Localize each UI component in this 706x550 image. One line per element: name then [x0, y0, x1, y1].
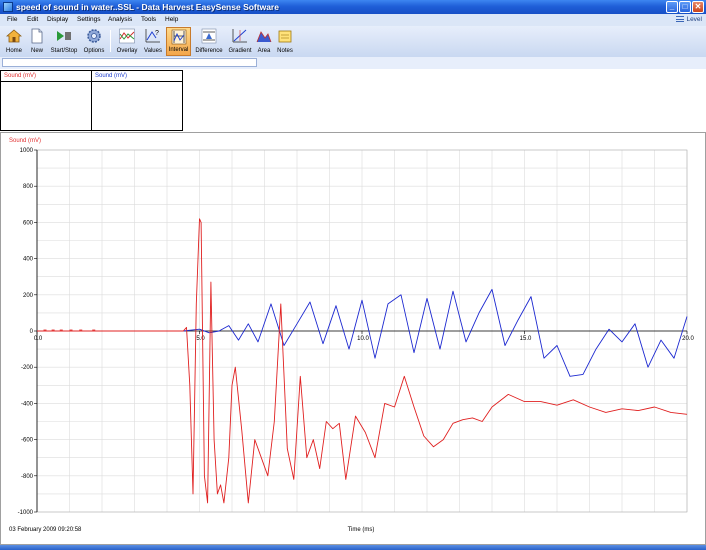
y-tick-labels: 1000 800 600 400 200 0 -200 -400 -600 -800 -1000 [18, 148, 37, 516]
area-label: Area [257, 48, 271, 54]
timestamp: 03 February 2009 09:20:58 [9, 527, 82, 533]
area-button[interactable]: Area [255, 27, 273, 56]
y-tick-label: 1000 [20, 148, 34, 154]
options-label: Options [83, 48, 105, 54]
home-icon [6, 29, 22, 43]
new-button[interactable]: New [27, 27, 47, 56]
menu-file[interactable]: File [7, 16, 17, 23]
value-panel-blue: Sound (mV) [91, 70, 183, 131]
gradient-icon [232, 29, 247, 43]
options-button[interactable]: Options [81, 27, 107, 56]
y-tick-label: 200 [23, 293, 34, 299]
menu-bar: File Edit Display Settings Analysis Tool… [0, 14, 706, 26]
y-tick-label: 600 [23, 220, 34, 226]
y-tick-label: 0 [30, 329, 34, 335]
close-button[interactable]: ✕ [692, 1, 704, 13]
y-tick-label: -1000 [18, 510, 34, 516]
y-tick-label: -600 [21, 438, 34, 444]
difference-icon [201, 28, 217, 44]
menu-help[interactable]: Help [165, 16, 178, 23]
new-label: New [30, 48, 43, 54]
gear-icon [87, 29, 101, 43]
window-title: speed of sound in water..SSL - Data Harv… [16, 2, 279, 12]
y-tick-label: -200 [21, 365, 34, 371]
menu-edit[interactable]: Edit [27, 16, 38, 23]
overlay-button[interactable]: Overlay [114, 27, 140, 56]
overlay-icon [119, 28, 135, 44]
notes-label: Notes [277, 48, 293, 54]
play-stop-icon [57, 31, 71, 41]
values-icon: ? [145, 29, 160, 43]
values-button[interactable]: ? Values [142, 27, 164, 56]
info-field [2, 58, 257, 67]
home-label: Home [5, 48, 22, 54]
gradient-button[interactable]: Gradient [227, 27, 253, 56]
maximize-button[interactable]: □ [679, 1, 691, 13]
value-panel-label: Sound (mV) [1, 71, 91, 82]
x-tick-label: 0.0 [34, 336, 43, 342]
graph-panel[interactable]: 1000 800 600 400 200 0 -200 -400 -600 -800 -1000 0… [0, 132, 706, 545]
interval-button[interactable]: Interval [166, 27, 191, 56]
start-stop-label: Start/Stop [50, 48, 78, 54]
difference-label: Difference [195, 48, 223, 54]
new-document-icon [31, 28, 43, 44]
menu-settings[interactable]: Settings [77, 16, 101, 23]
x-tick-label: 20.0 [682, 336, 694, 342]
toolbar-separator [110, 30, 111, 52]
x-tick-label: 10.0 [357, 336, 369, 342]
taskbar [0, 545, 706, 550]
x-tick-label: 15.0 [520, 336, 532, 342]
values-label: Values [144, 48, 162, 54]
area-icon [256, 31, 272, 43]
x-tick-label: 5.0 [196, 336, 205, 342]
y-tick-label: 400 [23, 257, 34, 263]
y-tick-label: 800 [23, 184, 34, 190]
level-label: Level [686, 16, 702, 23]
value-panel-label: Sound (mV) [92, 71, 182, 82]
menu-tools[interactable]: Tools [141, 16, 156, 23]
app-icon [3, 2, 13, 12]
interval-label: Interval [168, 47, 189, 53]
home-button[interactable]: Home [3, 27, 25, 56]
menu-lines-icon [676, 16, 685, 22]
status-strip [0, 57, 706, 69]
value-panel-red: Sound (mV) [0, 70, 92, 131]
y-tick-label: -400 [21, 401, 34, 407]
overlay-label: Overlay [116, 48, 138, 54]
x-axis-label: Time (ms) [348, 527, 375, 533]
gradient-label: Gradient [228, 48, 252, 54]
x-tick-labels: 0.0 5.0 10.0 15.0 20.0 [34, 331, 694, 342]
level-toggle[interactable]: Level [676, 16, 702, 23]
difference-button[interactable]: Difference [193, 27, 225, 56]
notes-button[interactable]: Notes [275, 27, 295, 56]
line-chart[interactable]: 1000 800 600 400 200 0 -200 -400 -600 -800 -1000 0… [1, 133, 705, 544]
start-stop-button[interactable]: Start/Stop [49, 27, 79, 56]
minimize-button[interactable]: _ [666, 1, 678, 13]
toolbar: Home New Start/Stop Options Overlay ? Va… [0, 26, 706, 57]
app-window: speed of sound in water..SSL - Data Harv… [0, 0, 706, 550]
menu-display[interactable]: Display [47, 16, 68, 23]
svg-text:?: ? [155, 30, 159, 37]
y-tick-label: -800 [21, 474, 34, 480]
menu-analysis[interactable]: Analysis [108, 16, 132, 23]
title-bar: speed of sound in water..SSL - Data Harv… [0, 0, 706, 14]
interval-icon [171, 29, 186, 45]
y-axis-label: Sound (mV) [9, 138, 41, 144]
notes-icon [278, 30, 292, 43]
